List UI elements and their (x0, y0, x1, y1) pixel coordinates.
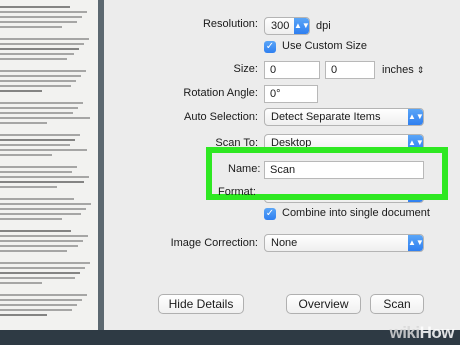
image-correction-select[interactable]: None ▲▼ (264, 234, 424, 252)
auto-selection-stepper-icon: ▲▼ (408, 109, 423, 125)
preview-text-line (0, 149, 87, 151)
preview-text-line (0, 213, 81, 215)
name-label-highlighted: Name: (228, 163, 261, 175)
preview-text-line (0, 240, 83, 242)
preview-text-line (0, 171, 72, 173)
preview-text-line (0, 176, 89, 178)
preview-text-line (0, 75, 81, 77)
preview-text-line (0, 38, 89, 40)
format-label-partial: Format: (218, 186, 256, 198)
preview-text-line (0, 198, 74, 200)
preview-text-line (0, 309, 72, 311)
size-unit-select[interactable]: inches ⇕ (382, 64, 424, 76)
preview-text-line (0, 90, 42, 92)
preview-text-line (0, 112, 73, 114)
size-row: Size: (104, 63, 258, 83)
image-correction-stepper-icon: ▲▼ (408, 235, 423, 251)
watermark-part2: How (419, 323, 455, 342)
preview-text-line (0, 230, 71, 232)
preview-text-line (0, 304, 77, 306)
preview-text-line (0, 107, 78, 109)
preview-text-line (0, 11, 87, 13)
auto-selection-label: Auto Selection: (184, 111, 258, 123)
resolution-stepper-icon: ▲▼ (294, 18, 309, 34)
preview-text-line (0, 166, 77, 168)
rotation-row: Rotation Angle: (104, 87, 258, 107)
hide-details-button[interactable]: Hide Details (158, 294, 244, 314)
preview-text-line (0, 134, 80, 136)
size-width-field[interactable]: 0 (264, 61, 320, 79)
preview-text-line (0, 294, 87, 296)
preview-text-line (0, 122, 47, 124)
preview-text-line (0, 16, 82, 18)
preview-text-line (0, 181, 84, 183)
rotation-angle-label: Rotation Angle: (183, 87, 258, 99)
preview-text-line (0, 85, 71, 87)
preview-text-line (0, 282, 42, 284)
preview-text-line (0, 117, 90, 119)
preview-text-line (0, 58, 67, 60)
resolution-unit: dpi (316, 20, 331, 32)
preview-text-line (0, 299, 82, 301)
rotation-angle-field[interactable]: 0° (264, 85, 318, 103)
preview-text-line (0, 277, 75, 279)
use-custom-size-checkbox[interactable]: ✓ (264, 41, 276, 53)
name-field-highlighted[interactable]: Scan (264, 161, 424, 179)
preview-text-line (0, 314, 47, 316)
resolution-row: Resolution: (104, 18, 258, 38)
preview-text-line (0, 245, 78, 247)
combine-label: Combine into single document (282, 207, 430, 219)
preview-text-line (0, 250, 67, 252)
preview-text-line (0, 203, 91, 205)
preview-text-line (0, 235, 88, 237)
wikihow-watermark: wikiHow (389, 323, 454, 343)
resolution-select[interactable]: 300 ▲▼ (264, 17, 310, 35)
up-down-chevron-icon: ⇕ (416, 65, 425, 75)
preview-text-line (0, 102, 83, 104)
preview-text-line (0, 208, 86, 210)
preview-text-line (0, 70, 86, 72)
image-correction-label: Image Correction: (170, 237, 258, 249)
size-label: Size: (233, 63, 258, 75)
overview-button[interactable]: Overview (286, 294, 361, 314)
watermark-part1: wiki (389, 323, 420, 342)
highlight-content: Name: Scan Format: (212, 153, 442, 198)
scanned-document-preview (0, 0, 98, 336)
use-custom-size-label: Use Custom Size (282, 40, 367, 52)
auto-selection-row: Auto Selection: (104, 111, 258, 131)
resolution-label: Resolution: (202, 18, 258, 30)
image-correction-row: Image Correction: (104, 237, 258, 257)
auto-selection-value: Detect Separate Items (271, 111, 381, 123)
preview-text-line (0, 48, 79, 50)
auto-selection-select[interactable]: Detect Separate Items ▲▼ (264, 108, 424, 126)
scan-button[interactable]: Scan (370, 294, 424, 314)
preview-text-line (0, 21, 77, 23)
preview-text-line (0, 53, 74, 55)
preview-text-line (0, 6, 70, 8)
size-unit-label: inches (382, 64, 414, 76)
preview-text-line (0, 139, 75, 141)
preview-text-line (0, 218, 62, 220)
preview-text-line (0, 186, 57, 188)
preview-text-line (0, 272, 80, 274)
combine-checkbox[interactable]: ✓ (264, 208, 276, 220)
preview-text-line (0, 267, 85, 269)
size-height-field[interactable]: 0 (325, 61, 375, 79)
preview-text-line (0, 154, 52, 156)
checkmark-icon: ✓ (265, 41, 275, 52)
preview-text-line (0, 80, 76, 82)
preview-text-line (0, 262, 90, 264)
preview-text-line (0, 144, 70, 146)
preview-text-line (0, 26, 62, 28)
checkmark-icon: ✓ (265, 208, 275, 219)
resolution-value: 300 (271, 20, 290, 32)
preview-text-line (0, 43, 84, 45)
image-correction-value: None (271, 237, 298, 249)
